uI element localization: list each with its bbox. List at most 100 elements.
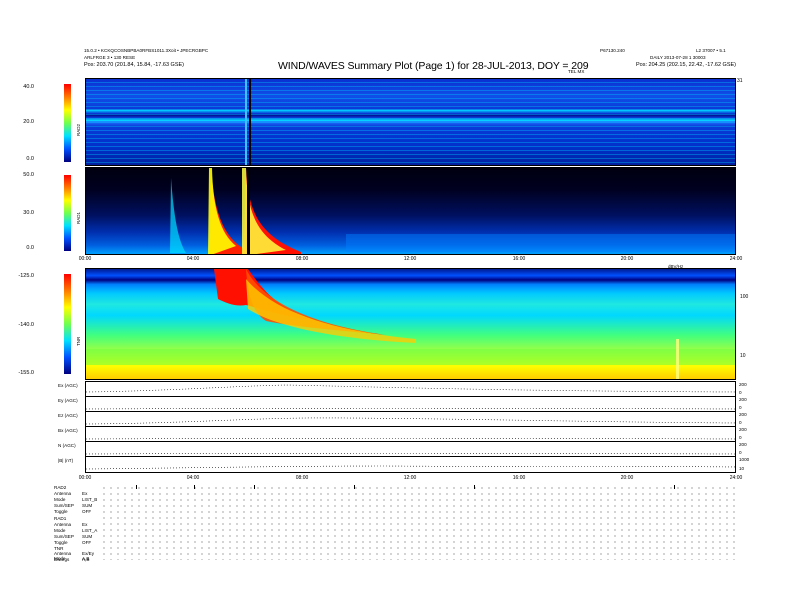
mode-rad2-mode-value: LIST_B: [82, 497, 98, 502]
time-tick-1: 04:00: [186, 256, 200, 262]
tnr-tick-top: -125.0: [18, 273, 34, 279]
trace-lines: [86, 384, 735, 470]
mode-rad1-title: RAD1: [54, 516, 67, 521]
header-left-line1: 15.0.2 • KCKQCOSNBPBA0RFBS1011.3Xoit • J…: [84, 48, 209, 53]
rad2-spectrogram: [85, 78, 736, 166]
mode-rad1-sum-value: SUM: [82, 534, 93, 539]
rad2-burst-1: [245, 79, 247, 165]
rad2-colorbar: [64, 84, 71, 162]
mode-rad2-sum-value: SUM: [82, 503, 93, 508]
rad1-time-axis: 00:00 04:00 08:00 12:00 16:00 20:00 24:0…: [79, 256, 743, 266]
trace-n: [86, 452, 735, 455]
tnr-spectrogram: [85, 268, 736, 380]
bottom-time-tick-4: 16:00: [512, 475, 526, 481]
time-tick-3: 12:00: [403, 256, 417, 262]
rad2-tick-bottom: 0.0: [26, 156, 34, 162]
time-tick-5: 20:00: [620, 256, 634, 262]
mode-rad2-toggle-label: Toggle: [54, 509, 68, 514]
bottom-time-tick-1: 04:00: [186, 475, 200, 481]
tnr-tick-bottom: -155.0: [18, 370, 34, 376]
trace-bx: [86, 437, 735, 440]
trace-rtick-n-hi: 200: [739, 442, 747, 447]
trace-rtick-b-lo: 10: [739, 466, 745, 471]
header-center-right: P67130.240: [600, 48, 625, 53]
trace-label-n: N (AGC): [58, 443, 76, 448]
header-right-line3: Pos: 204.25 (202.15, 22.42, -17.62 GSE): [636, 62, 736, 68]
trace-label-b: |B| (nT): [58, 458, 74, 463]
mode-rad1-toggle-value: OFF: [82, 540, 92, 545]
trace-rtick-ey-lo: 0: [739, 405, 742, 410]
trace-label-bx: Bx (AGC): [58, 428, 78, 433]
mode-rad1-mode-label: Mode: [54, 528, 66, 533]
trace-ex: [86, 384, 735, 393]
time-tick-0: 00:00: [78, 256, 92, 262]
trace-b: [86, 465, 735, 470]
tnr-spike: [676, 339, 679, 379]
tnr-ylabel: TNR: [76, 336, 81, 346]
mode-tnr-bwargs-value: A,B: [82, 557, 90, 562]
trace-rtick-ez-lo: 0: [739, 420, 742, 425]
trace-rtick-ez-hi: 200: [739, 412, 747, 417]
time-tick-6: 24:00: [729, 256, 743, 262]
rad1-colorbar: [64, 175, 71, 251]
rad1-spectrogram: [85, 167, 736, 255]
trace-rtick-n-lo: 0: [739, 450, 742, 455]
tnr-right-tick-10: 10: [740, 353, 746, 359]
mode-tnr-bwargs-label: Bwargs: [54, 557, 70, 562]
bottom-time-tick-0: 00:00: [78, 475, 92, 481]
mode-rad2-sum-label: Sum/SEP: [54, 503, 74, 508]
mode-rad1-mode-value: LIST_A: [82, 528, 98, 533]
trace-rtick-bx-lo: 0: [739, 435, 742, 440]
mode-rad1-toggle-label: Toggle: [54, 540, 68, 545]
rad2-gap-line: [249, 79, 251, 165]
time-tick-4: 16:00: [512, 256, 526, 262]
rad1-gap-line: [247, 168, 250, 254]
bottom-time-axis: 00:00 04:00 08:00 12:00 16:00 20:00 24:0…: [79, 475, 743, 485]
time-tick-2: 08:00: [295, 256, 309, 262]
rad1-tick-top: 50.0: [23, 172, 34, 178]
trace-ez: [86, 417, 735, 425]
bottom-time-tick-3: 12:00: [403, 475, 417, 481]
rad1-noise-band: [346, 234, 735, 252]
traces-panel: [85, 381, 736, 473]
rad1-ylabel: RAD1: [76, 211, 81, 224]
trace-label-ez: Ez (AGC): [58, 413, 78, 418]
rad1-bursts: [170, 168, 735, 254]
trace-rtick-ex-lo: 0: [739, 390, 742, 395]
rad2-tick-mid: 20.0: [23, 119, 34, 125]
header-left-line3: Pos: 203.70 (201.84, 15.84, -17.63 GSE): [84, 62, 184, 68]
header-left-line2: ARLFRGE 3 • 130 RESE: [84, 55, 136, 60]
trace-rtick-ey-hi: 200: [739, 397, 747, 402]
mode-rad2-antenna-label: Antenna: [54, 491, 72, 496]
mode-rad1-antenna-label: Antenna: [54, 522, 72, 527]
rad1-tick-mid: 30.0: [23, 210, 34, 216]
trace-label-ex: Ex (AGC): [58, 383, 78, 388]
bottom-time-tick-6: 24:00: [729, 475, 743, 481]
mode-rad1-sum-label: Sum/SEP: [54, 534, 74, 539]
rad2-right-tick: 31: [737, 78, 743, 84]
tnr-green-band: [86, 349, 735, 365]
header-right-line1: L2 37007 • 5.1: [696, 48, 726, 53]
rad2-tick-top: 40.0: [23, 84, 34, 90]
tnr-features: [86, 269, 735, 379]
rad1-tick-bottom: 0.0: [26, 245, 34, 251]
mode-dots: [100, 485, 740, 560]
trace-rtick-bx-hi: 200: [739, 427, 747, 432]
trace-rtick-b-hi: 1000: [739, 457, 750, 462]
mode-rad2-mode-label: Mode: [54, 497, 66, 502]
trace-label-ey: Ey (AGC): [58, 398, 78, 403]
bottom-time-tick-2: 08:00: [295, 475, 309, 481]
mode-rad1-antenna-value: Ex: [82, 522, 88, 527]
mode-rad2-antenna-value: Ex: [82, 491, 88, 496]
trace-ey: [86, 407, 735, 410]
bottom-time-tick-5: 20:00: [620, 475, 634, 481]
tnr-burst-tail: [246, 279, 416, 343]
mode-rad2-title: RAD2: [54, 485, 67, 490]
tnr-right-tick-100: 100: [740, 294, 749, 300]
rad2-ylabel: RAD2: [76, 123, 81, 136]
mode-rad2-toggle-value: OFF: [82, 509, 92, 514]
rad1-burst-1: [170, 178, 186, 253]
rad2-timer-label: TEL MX: [568, 69, 585, 74]
mode-table: RAD2 Antenna Ex Mode LIST_B Sum/SEP SUM …: [54, 485, 744, 561]
tnr-tick-mid: -140.0: [18, 322, 34, 328]
